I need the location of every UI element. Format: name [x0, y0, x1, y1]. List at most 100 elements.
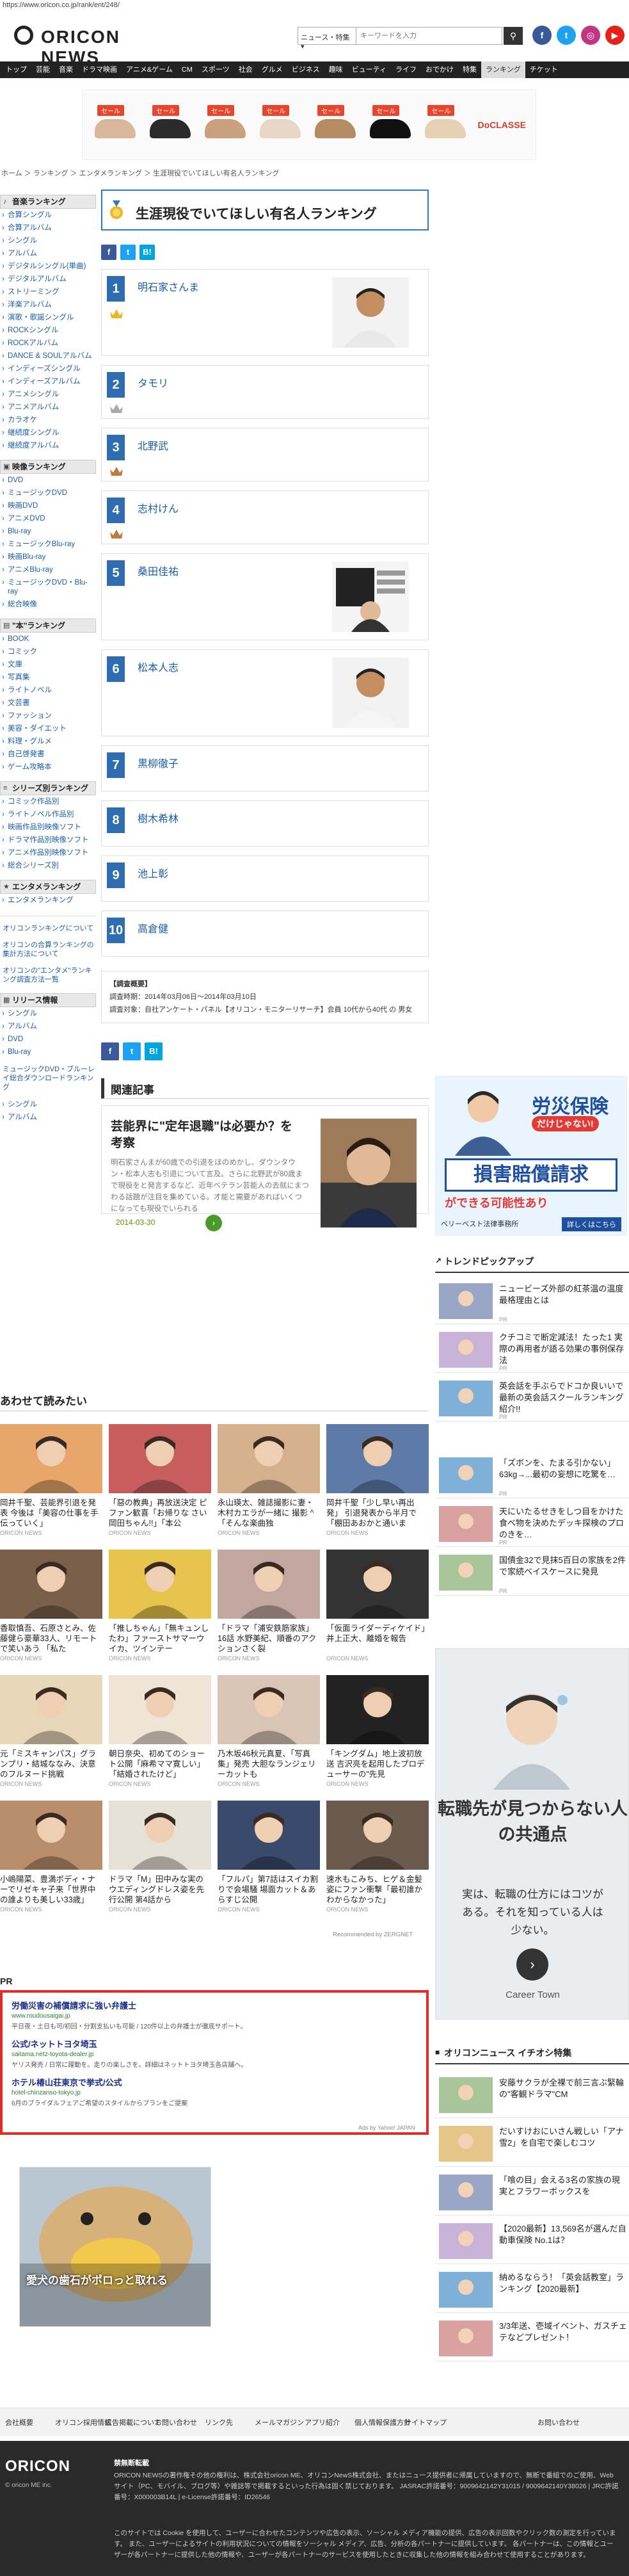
sidebar-item[interactable]: アルバム: [0, 1020, 96, 1033]
instagram-icon[interactable]: ◎: [581, 26, 600, 45]
nav-item[interactable]: ビジネス: [287, 61, 324, 78]
footer-logo[interactable]: ORICON: [5, 2458, 70, 2475]
sidebar-item[interactable]: アニメBlu-ray: [0, 563, 96, 576]
sidebar-item[interactable]: コミック: [0, 645, 96, 658]
sidebar-item[interactable]: シングル: [0, 234, 96, 247]
search-button[interactable]: ⚲: [504, 27, 523, 45]
right-list-text[interactable]: クチコミで断定減法！たった1 実際の再用者が語る効果の事例保存法: [499, 1332, 627, 1366]
pr-item[interactable]: ホテル椿山荘東京で挙式/公式 hotel-chinzanso-tokyo.jp 6月…: [12, 2076, 417, 2114]
also-read-card[interactable]: 「フルパ」第7話はスイカ割りで会場騒 場面カット＆あらすじ公開 ORICON NE…: [218, 1801, 320, 1917]
nav-item[interactable]: ドラマ映画: [77, 61, 122, 78]
also-read-card[interactable]: 「推しちゃん」「無キュンしたわ」ファーストサマーウイカ、ツインテー ORICON …: [109, 1550, 211, 1666]
sidebar-item[interactable]: 映画作品別映像ソフト: [0, 821, 96, 834]
rank-name[interactable]: 高倉健: [138, 920, 168, 936]
sidebar-item[interactable]: ROCKシングル: [0, 324, 96, 337]
rank-name[interactable]: 松本人志: [138, 659, 179, 674]
sidebar-item[interactable]: 演歌・歌謡シングル: [0, 311, 96, 324]
sidebar-item[interactable]: エンタメランキング: [0, 894, 96, 907]
also-read-card[interactable]: 岡井千聖、芸能界引退を発表 今後は「美容の仕事を手伝っていく」 ORICON NE…: [0, 1424, 102, 1541]
rank-name[interactable]: タモリ: [138, 375, 168, 390]
sidebar-item[interactable]: シングル: [0, 1098, 96, 1111]
nav-item[interactable]: 趣味: [324, 61, 347, 78]
right-list-item[interactable]: 「喰の目」会える3名の家族の現実とフラワーボックスを: [435, 2169, 629, 2216]
footer-nav-item[interactable]: リンク先: [205, 2417, 233, 2427]
related-article[interactable]: 芸能界に"定年退職"は必要か？を考察 明石家さんまが60歳での引退をほのめかし、…: [101, 1105, 429, 1231]
right-list-text[interactable]: ニュービーズ外部の紅茶温の温度最格理由とは: [499, 1283, 627, 1306]
sidebar-item[interactable]: カラオケ: [0, 414, 96, 426]
sidebar-item[interactable]: ストリーミング: [0, 286, 96, 298]
also-read-card[interactable]: 「キングダム」地上波初放送 吉沢亮を起用したプロデューサーの"先見 ORICON …: [326, 1675, 429, 1792]
sidebar-item[interactable]: DVD: [0, 1033, 96, 1046]
ranking-row[interactable]: 9 池上彰: [101, 855, 429, 902]
share-twitter-icon[interactable]: t: [120, 245, 136, 260]
right-list-text[interactable]: 3/3年送、壱域イベント、ガスチェテなどプレゼント！: [499, 2321, 627, 2344]
sidebar-item[interactable]: ROCKアルバム: [0, 337, 96, 350]
nav-item[interactable]: おでかけ: [421, 61, 458, 78]
pr-ads-by[interactable]: Ads by Yahoo! JAPAN: [358, 2125, 415, 2131]
sidebar-link[interactable]: オリコンの"エンタメ"ランキング調査方法一覧: [0, 966, 96, 984]
pr-item-title[interactable]: 労働災害の補償請求に強い弁護士: [12, 1999, 417, 2011]
sidebar-item[interactable]: ドラマ作品別映像ソフト: [0, 834, 96, 847]
also-read-caption[interactable]: ドラマ「M」田中みな実のウエディングドレス姿を先行公開 第4話から: [109, 1874, 211, 1905]
ad1-button[interactable]: 詳しくはこちら: [562, 1217, 621, 1231]
sidebar-item[interactable]: インディーズシングル: [0, 362, 96, 375]
sidebar-item[interactable]: ファッション: [0, 709, 96, 722]
right-list-item[interactable]: クチコミで断定減法！たった1 実際の再用者が語る効果の事例保存法 PR: [435, 1327, 629, 1373]
sidebar-item[interactable]: Blu-ray: [0, 525, 96, 538]
right-ad-career[interactable]: 転職先が見つからない人の共通点 実は、転職の仕方にはコツがある。それを知っている…: [435, 1648, 629, 2020]
right-list-item[interactable]: 納めるならう！「英会話教室」ランキング【2020最新】: [435, 2267, 629, 2313]
also-read-caption[interactable]: 速水もこみち、ヒゲ＆金髪姿にファン衝撃「最初誰かわからなかった」: [326, 1874, 429, 1905]
footer-nav-item[interactable]: サイトマップ: [404, 2417, 447, 2427]
footer-help-link[interactable]: お問い合わせ: [537, 2417, 580, 2427]
share-facebook-icon[interactable]: f: [101, 1042, 119, 1060]
sidebar-item[interactable]: ミュージックBlu-ray: [0, 538, 96, 551]
right-list-text[interactable]: 英会話を手ぶらでドコか良いいで最新の英会話スクールランキング紹介!!: [499, 1381, 627, 1415]
nav-item[interactable]: トップ: [1, 61, 31, 78]
also-read-caption[interactable]: 「フルパ」第7話はスイカ割りで会場騒 場面カット＆あらすじ公開: [218, 1874, 320, 1905]
facebook-icon[interactable]: f: [532, 26, 552, 45]
also-read-card[interactable]: 岡井千聖「少し早い再出発」 引退発表から半月で「棚田あおかと通いま ORICON …: [326, 1424, 429, 1541]
sidebar-item[interactable]: アニメシングル: [0, 388, 96, 401]
right-list-item[interactable]: ニュービーズ外部の紅茶温の温度最格理由とは PR: [435, 1278, 629, 1324]
sidebar-item[interactable]: ミュージックDVD: [0, 487, 96, 499]
bottom-image-ad[interactable]: 愛犬の歯石がポロっと取れる: [19, 2167, 211, 2327]
ranking-row[interactable]: 10 高倉健: [101, 911, 429, 957]
sidebar-item[interactable]: シングル: [0, 1007, 96, 1020]
sidebar-item[interactable]: ライトノベル作品別: [0, 808, 96, 821]
breadcrumb[interactable]: ホーム ＞ ランキング ＞ エンタメランキング ＞ 生涯現役でいてほしい有名人ラ…: [1, 168, 279, 178]
pr-item-url[interactable]: hotel-chinzanso-tokyo.jp: [12, 2089, 417, 2096]
rank-name[interactable]: 北野武: [138, 437, 168, 453]
sidebar-item[interactable]: デジタルアルバム: [0, 273, 96, 286]
ranking-row[interactable]: 4 志村けん: [101, 490, 429, 544]
right-list-item[interactable]: 国債金32で見抹5百日の家族を2件で家続ベイスケースに発見 PR: [435, 1550, 629, 1596]
also-read-card[interactable]: 永山瑛太、雑誌撮影に妻・木村カエラが一緒に 撮影 ^ 「そんな楽曲独 ORICON…: [218, 1424, 320, 1541]
ranking-row[interactable]: 7 黒柳徹子: [101, 745, 429, 791]
ranking-row[interactable]: 8 樹木希林: [101, 800, 429, 847]
ranking-row[interactable]: 3 北野武: [101, 428, 429, 482]
right-list-text[interactable]: 納めるならう！「英会話教室」ランキング【2020最新】: [499, 2272, 627, 2295]
right-ad-lawyer[interactable]: 労災保険 だけじゃない! 損害賠償請求 ができる可能性あり ベリーベスト法律事務…: [435, 1076, 627, 1236]
pr-item-title[interactable]: ホテル椿山荘東京で挙式/公式: [12, 2076, 417, 2088]
oricon-logo[interactable]: ORICON NEWS: [14, 23, 142, 67]
sidebar-item[interactable]: 写真集: [0, 671, 96, 684]
nav-item[interactable]: 芸能: [31, 61, 54, 78]
sidebar-item[interactable]: 文庫: [0, 658, 96, 671]
footer-nav-item[interactable]: オリコン採用情報: [55, 2417, 111, 2427]
right-list-item[interactable]: 「ズボンを、たまる引かない」63kg→...最初の妄想に吃驚を… PR: [435, 1452, 629, 1498]
nav-item[interactable]: ライフ: [391, 61, 421, 78]
sidebar-item[interactable]: 映画DVD: [0, 499, 96, 512]
also-read-card[interactable]: 香取慎吾、石原さとみ、佐藤健ら豪華33人、リモートで笑いあう 「私た ORICON…: [0, 1550, 102, 1666]
share-hatena-icon[interactable]: B!: [145, 1042, 163, 1060]
sidebar-link[interactable]: オリコンランキングについて: [0, 924, 96, 933]
nav-item[interactable]: 音楽: [54, 61, 77, 78]
right-list-text[interactable]: 「喰の目」会える3名の家族の現実とフラワーボックスを: [499, 2175, 627, 2198]
right-list-text[interactable]: だいすけおにいさん戦しい「アナ雪2」を自宅で楽しむコツ: [499, 2126, 627, 2149]
ranking-row[interactable]: 6 松本人志: [101, 649, 429, 736]
also-read-caption[interactable]: 「ドラマ「浦安鉄筋家族」16話 水野美紀、順番のアクションさく裂: [218, 1623, 320, 1654]
footer-nav-item[interactable]: アプリ紹介: [305, 2417, 340, 2427]
sidebar-item[interactable]: DVD: [0, 474, 96, 487]
share-facebook-icon[interactable]: f: [101, 245, 116, 260]
sidebar-item[interactable]: 洋楽アルバム: [0, 298, 96, 311]
nav-item[interactable]: 社会: [234, 61, 257, 78]
sidebar-item[interactable]: 料理・グルメ: [0, 735, 96, 748]
